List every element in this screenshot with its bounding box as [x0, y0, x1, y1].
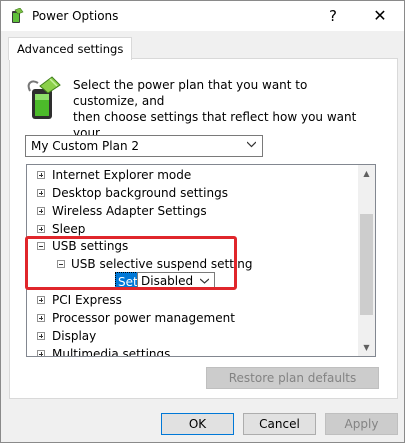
expand-icon[interactable]: [37, 207, 45, 215]
tree-item-desktop-background[interactable]: Desktop background settings: [27, 185, 357, 203]
power-plan-value: My Custom Plan 2: [31, 139, 140, 153]
window-title: Power Options: [32, 9, 119, 23]
tree-item-display[interactable]: Display: [27, 328, 357, 346]
tree-item-multimedia[interactable]: Multimedia settings: [27, 346, 357, 357]
scroll-thumb[interactable]: [360, 214, 373, 315]
power-options-icon: [12, 8, 24, 23]
tree-item-label: Desktop background settings: [52, 186, 228, 200]
help-button[interactable]: ?: [318, 4, 348, 28]
restore-defaults-button[interactable]: Restore plan defaults: [206, 367, 379, 389]
tab-advanced-settings[interactable]: Advanced settings: [8, 37, 133, 60]
ok-button[interactable]: OK: [161, 413, 234, 435]
battery-icon: [27, 76, 61, 119]
expand-icon[interactable]: [37, 350, 45, 356]
apply-button[interactable]: Apply: [325, 413, 398, 435]
tree-item-label: Sleep: [52, 222, 86, 236]
tree-item-internet-explorer[interactable]: Internet Explorer mode: [27, 167, 357, 185]
power-options-window: Power Options ? ✕ Advanced settings Sele…: [0, 0, 405, 443]
tree-item-label: PCI Express: [52, 293, 122, 307]
power-plan-dropdown[interactable]: My Custom Plan 2: [25, 135, 263, 157]
chevron-down-icon: [247, 141, 256, 148]
tree-item-wireless-adapter[interactable]: Wireless Adapter Settings: [27, 203, 357, 221]
cancel-button[interactable]: Cancel: [243, 413, 316, 435]
expand-icon[interactable]: [37, 225, 45, 233]
tree-item-pci-express[interactable]: PCI Express: [27, 292, 357, 310]
tree-item-label: Internet Explorer mode: [52, 168, 192, 182]
scroll-down-icon[interactable]: ▼: [358, 339, 375, 356]
expand-icon[interactable]: [37, 189, 45, 197]
tree-item-label: Display: [52, 329, 97, 343]
scroll-up-icon[interactable]: ▲: [358, 165, 375, 182]
expand-icon[interactable]: [37, 314, 45, 322]
usb-settings-highlight: [25, 236, 237, 290]
tree-item-label: Wireless Adapter Settings: [52, 204, 207, 218]
tree-item-label: Multimedia settings: [52, 347, 171, 357]
title-bar: Power Options ? ✕: [1, 1, 404, 31]
expand-icon[interactable]: [37, 332, 45, 340]
intro-line-1: Select the power plan that you want to c…: [73, 78, 308, 108]
expand-icon[interactable]: [37, 296, 45, 304]
close-button[interactable]: ✕: [365, 4, 395, 28]
expand-icon[interactable]: [37, 171, 45, 179]
tree-item-processor-power[interactable]: Processor power management: [27, 310, 357, 328]
tree-scrollbar[interactable]: ▲ ▼: [358, 165, 375, 356]
tree-item-label: Processor power management: [52, 311, 235, 325]
